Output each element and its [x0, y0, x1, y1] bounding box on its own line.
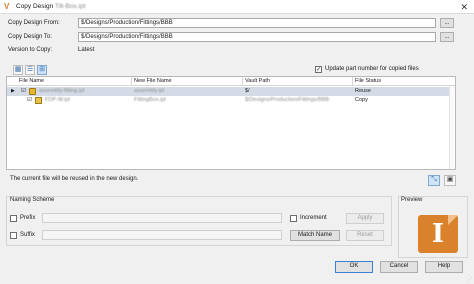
- column-file-name[interactable]: File Name: [19, 78, 44, 84]
- vault-path-cell: $/Designs/Production/Fittings/BBB: [245, 97, 330, 103]
- column-new-file-name[interactable]: New File Name: [134, 78, 172, 84]
- resize-grip-icon[interactable]: ⋰: [467, 277, 473, 283]
- apply-button[interactable]: Apply: [346, 213, 384, 224]
- copy-from-field[interactable]: $/Designs/Production/Fittings/BBB: [78, 18, 436, 28]
- tree-view-icon[interactable]: ▦: [13, 65, 23, 75]
- row-expander-icon[interactable]: ▶: [11, 88, 15, 94]
- copy-to-field[interactable]: $/Designs/Production/Fittings/BBB: [78, 32, 436, 42]
- dependency-view-icon[interactable]: ⊞: [37, 65, 47, 75]
- prefix-input[interactable]: [42, 213, 282, 223]
- update-part-number-label: Update part number for copied files: [325, 66, 419, 72]
- file-grid: File Name New File Name Vault Path File …: [6, 76, 456, 170]
- new-file-name-cell[interactable]: assembly.ipt: [134, 88, 164, 94]
- status-message: The current file will be reused in the n…: [10, 176, 139, 182]
- suffix-input[interactable]: [42, 230, 282, 240]
- help-button[interactable]: Help: [425, 261, 463, 273]
- table-row[interactable]: ☑ FDP-W.ipt FittingBox.ipt $/Designs/Pro…: [7, 96, 455, 105]
- column-file-status[interactable]: File Status: [355, 78, 381, 84]
- copy-from-browse-button[interactable]: ...: [440, 18, 454, 28]
- window-title-filename: Tilt-Box.ipt: [54, 3, 86, 10]
- update-part-number-checkbox[interactable]: ✓: [315, 66, 322, 73]
- title-bar: V Copy Design Tilt-Box.ipt ✕: [0, 0, 474, 14]
- naming-scheme-title: Naming Scheme: [10, 197, 55, 203]
- inventor-logo-letter: I: [431, 219, 445, 249]
- prefix-checkbox[interactable]: [10, 215, 17, 222]
- row-checkbox-icon[interactable]: ☑: [21, 88, 26, 94]
- file-name-cell[interactable]: FDP-W.ipt: [45, 97, 70, 103]
- copy-from-label: Copy Design From:: [8, 20, 60, 26]
- suffix-label: Suffix: [20, 232, 35, 238]
- row-checkbox-icon[interactable]: ☑: [27, 97, 32, 103]
- version-value: Latest: [78, 47, 95, 53]
- vault-app-icon: V: [4, 2, 10, 11]
- column-vault-path[interactable]: Vault Path: [245, 78, 270, 84]
- list-view-icon[interactable]: ☰: [25, 65, 35, 75]
- column-separator: [131, 77, 132, 86]
- window-title: Copy Design Tilt-Box.ipt: [16, 3, 85, 10]
- file-status-cell[interactable]: Copy: [355, 97, 368, 103]
- new-file-name-cell[interactable]: FittingBox.ipt: [134, 97, 166, 103]
- match-name-button[interactable]: Match Name: [290, 230, 340, 241]
- window-title-prefix: Copy Design: [16, 3, 54, 10]
- expand-view-icon[interactable]: ⤡: [428, 175, 440, 186]
- suffix-checkbox[interactable]: [10, 232, 17, 239]
- reset-button[interactable]: Reset: [346, 230, 384, 241]
- vault-path-cell: $/: [245, 88, 250, 94]
- ok-button[interactable]: OK: [335, 261, 373, 273]
- file-status-cell[interactable]: Reuse: [355, 88, 371, 94]
- grid-header: File Name New File Name Vault Path File …: [7, 77, 455, 86]
- column-separator: [352, 77, 353, 86]
- part-file-icon: [35, 97, 42, 104]
- inventor-part-preview-icon: I: [418, 215, 458, 253]
- increment-label: Increment: [300, 215, 327, 221]
- assembly-file-icon: [29, 88, 36, 95]
- grid-scrollbar[interactable]: [449, 86, 455, 169]
- increment-checkbox[interactable]: [290, 215, 297, 222]
- file-name-cell[interactable]: assembly-fitting.ipt: [39, 88, 85, 94]
- preview-title: Preview: [401, 197, 423, 203]
- cancel-button[interactable]: Cancel: [380, 261, 418, 273]
- panel-layout-icon[interactable]: ▣: [444, 175, 456, 186]
- table-row[interactable]: ▶ ☑ assembly-fitting.ipt assembly.ipt $/…: [7, 87, 455, 96]
- close-icon[interactable]: ✕: [460, 1, 468, 13]
- copy-to-label: Copy Design To:: [8, 34, 52, 40]
- column-separator: [242, 77, 243, 86]
- copy-to-browse-button[interactable]: ...: [440, 32, 454, 42]
- version-label: Version to Copy:: [8, 47, 53, 53]
- prefix-label: Prefix: [20, 215, 36, 221]
